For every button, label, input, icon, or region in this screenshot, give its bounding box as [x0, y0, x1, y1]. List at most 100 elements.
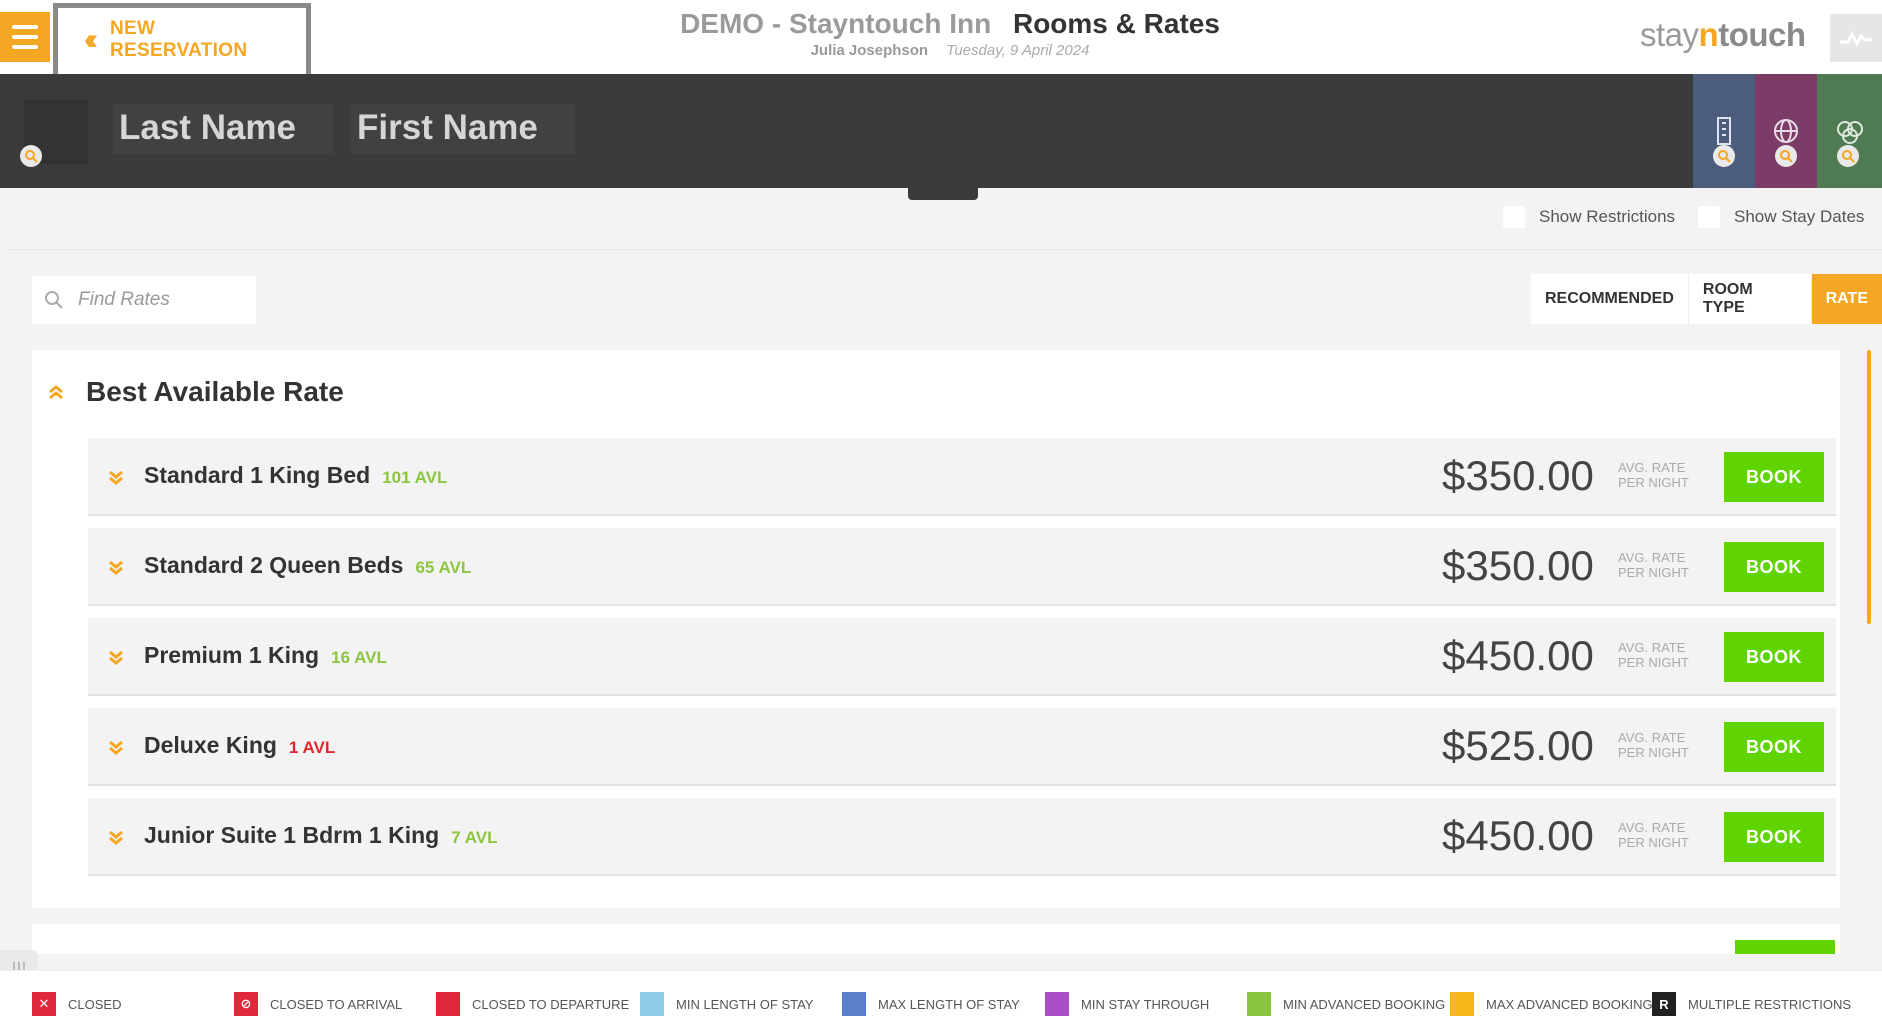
legend-label: CLOSED TO ARRIVAL [270, 996, 403, 1012]
double-chevron-down-icon[interactable] [102, 644, 130, 672]
legend-swatch [1450, 992, 1474, 1016]
travel-agent-tab[interactable] [1755, 74, 1817, 188]
search-icon[interactable] [1713, 145, 1735, 167]
room-row: Deluxe King 1 AVL $525.00 AVG. RATE PER N… [88, 708, 1836, 786]
menu-icon-line [12, 35, 38, 39]
legend-label: MULTIPLE RESTRICTIONS [1688, 996, 1852, 1012]
user-name: Julia Josephson [810, 42, 929, 59]
room-price: $350.00 [1442, 542, 1594, 589]
building-icon [1717, 117, 1731, 145]
search-icon[interactable] [1837, 145, 1859, 167]
view-filter-tabs: RECOMMENDED ROOM TYPE RATE [1531, 274, 1882, 324]
legend-item: MIN STAY THROUGH [1045, 992, 1209, 1016]
availability-count: 101 AVL [382, 468, 448, 487]
business-date: Tuesday, 9 April 2024 [946, 42, 1090, 59]
last-name-field[interactable]: Last Name [113, 104, 333, 154]
show-stay-dates-label: Show Stay Dates [1734, 207, 1865, 226]
legend-item: MIN ADVANCED BOOKING [1247, 992, 1445, 1016]
legend-item: MAX LENGTH OF STAY [842, 992, 1020, 1016]
legend-item: R MULTIPLE RESTRICTIONS [1652, 992, 1851, 1016]
top-bar: ‹‹ NEW RESERVATION DEMO - Stayntouch Inn… [0, 0, 1882, 80]
activity-button[interactable] [1830, 14, 1882, 62]
availability-count: 65 AVL [415, 558, 472, 577]
legend-swatch [640, 992, 664, 1016]
double-chevron-down-icon[interactable] [102, 824, 130, 852]
room-price: $450.00 [1442, 812, 1594, 859]
brand-logo-part: n [1698, 16, 1719, 53]
legend-item: MAX ADVANCED BOOKING [1450, 992, 1653, 1016]
new-reservation-back-button[interactable]: ‹‹ NEW RESERVATION [66, 14, 298, 66]
room-row: Junior Suite 1 Bdrm 1 King 7 AVL $450.00 … [88, 798, 1836, 876]
book-button[interactable]: BOOK [1724, 452, 1824, 502]
legend-label: MAX LENGTH OF STAY [878, 996, 1020, 1012]
room-price: $450.00 [1442, 632, 1594, 679]
show-restrictions-label: Show Restrictions [1539, 207, 1676, 226]
legend-label: MIN STAY THROUGH [1081, 996, 1210, 1012]
tab-rate[interactable]: RATE [1810, 274, 1882, 324]
rate-group-title: Best Available Rate [86, 376, 344, 407]
guest-search-bar: Last Name First Name [0, 74, 1882, 188]
avg-rate-label: AVG. RATE PER NIGHT [1618, 640, 1689, 670]
find-rates-search [32, 276, 256, 324]
checkbox-box[interactable] [1698, 206, 1720, 228]
availability-count: 1 AVL [288, 738, 336, 757]
rate-group-card: Best Available Rate Standard 1 King Bed 1… [32, 350, 1840, 908]
double-chevron-up-icon [49, 385, 63, 400]
legend-item: CLOSED TO DEPARTURE [436, 992, 629, 1016]
activity-pulse-icon [1840, 30, 1872, 48]
restrictions-legend: ✕ CLOSED ⊘ CLOSED TO ARRIVAL CLOSED TO D… [0, 970, 1882, 1034]
double-chevron-left-icon: ‹‹ [84, 23, 98, 56]
checkbox-box[interactable] [1503, 206, 1525, 228]
book-button[interactable]: BOOK [1724, 632, 1824, 682]
legend-swatch [436, 992, 460, 1016]
book-button[interactable] [1735, 940, 1835, 954]
availability-count: 16 AVL [331, 648, 387, 667]
show-restrictions-checkbox[interactable]: Show Restrictions [1503, 206, 1675, 228]
double-chevron-down-icon[interactable] [102, 464, 130, 492]
menu-icon-line [12, 25, 38, 29]
first-name-field[interactable]: First Name [351, 104, 575, 154]
legend-label: MIN LENGTH OF STAY [676, 996, 814, 1012]
legend-item: MIN LENGTH OF STAY [640, 992, 813, 1016]
back-button-label: NEW RESERVATION [109, 18, 248, 61]
legend-label: CLOSED TO DEPARTURE [472, 996, 630, 1012]
book-button[interactable]: BOOK [1724, 812, 1824, 862]
legend-item: ✕ CLOSED [32, 992, 121, 1016]
availability-count: 7 AVL [451, 828, 498, 847]
prohibited-icon: ⊘ [234, 992, 258, 1016]
double-chevron-down-icon[interactable] [102, 734, 130, 762]
double-chevron-down-icon[interactable] [102, 554, 130, 582]
search-icon [45, 291, 63, 309]
scrollbar[interactable] [1867, 350, 1871, 624]
drawer-handle[interactable] [908, 188, 978, 200]
legend-item: ⊘ CLOSED TO ARRIVAL [234, 992, 402, 1016]
room-row: Standard 2 Queen Beds 65 AVL $350.00 AVG.… [88, 528, 1836, 606]
hotel-name: DEMO - Stayntouch Inn [680, 8, 992, 39]
avg-rate-label: AVG. RATE PER NIGHT [1618, 730, 1689, 760]
search-icon[interactable] [1775, 145, 1797, 167]
group-circles-icon [1836, 121, 1863, 144]
tab-recommended[interactable]: RECOMMENDED [1531, 274, 1688, 324]
menu-icon-line [12, 45, 38, 49]
tab-room-type[interactable]: ROOM TYPE [1687, 274, 1811, 324]
group-tab[interactable] [1817, 74, 1882, 188]
next-rate-group-card [32, 924, 1840, 954]
page-header: DEMO - Stayntouch Inn Rooms & Rates Juli… [600, 8, 1300, 59]
menu-button[interactable] [0, 12, 50, 62]
book-button[interactable]: BOOK [1724, 722, 1824, 772]
room-price: $525.00 [1442, 722, 1594, 769]
company-card-tab[interactable] [1693, 74, 1755, 188]
book-button[interactable]: BOOK [1724, 542, 1824, 592]
avg-rate-label: AVG. RATE PER NIGHT [1618, 460, 1689, 490]
room-name: Deluxe King [144, 732, 277, 758]
show-stay-dates-checkbox[interactable]: Show Stay Dates [1698, 206, 1864, 228]
find-rates-input[interactable] [78, 289, 238, 311]
avg-rate-label: AVG. RATE PER NIGHT [1618, 550, 1689, 580]
legend-swatch [1247, 992, 1271, 1016]
avg-rate-label: AVG. RATE PER NIGHT [1618, 820, 1689, 850]
rate-group-header[interactable]: Best Available Rate [48, 376, 344, 408]
room-name: Standard 2 Queen Beds [144, 552, 404, 578]
legend-swatch [1045, 992, 1069, 1016]
room-price: $350.00 [1442, 452, 1594, 499]
search-icon[interactable] [20, 145, 42, 167]
